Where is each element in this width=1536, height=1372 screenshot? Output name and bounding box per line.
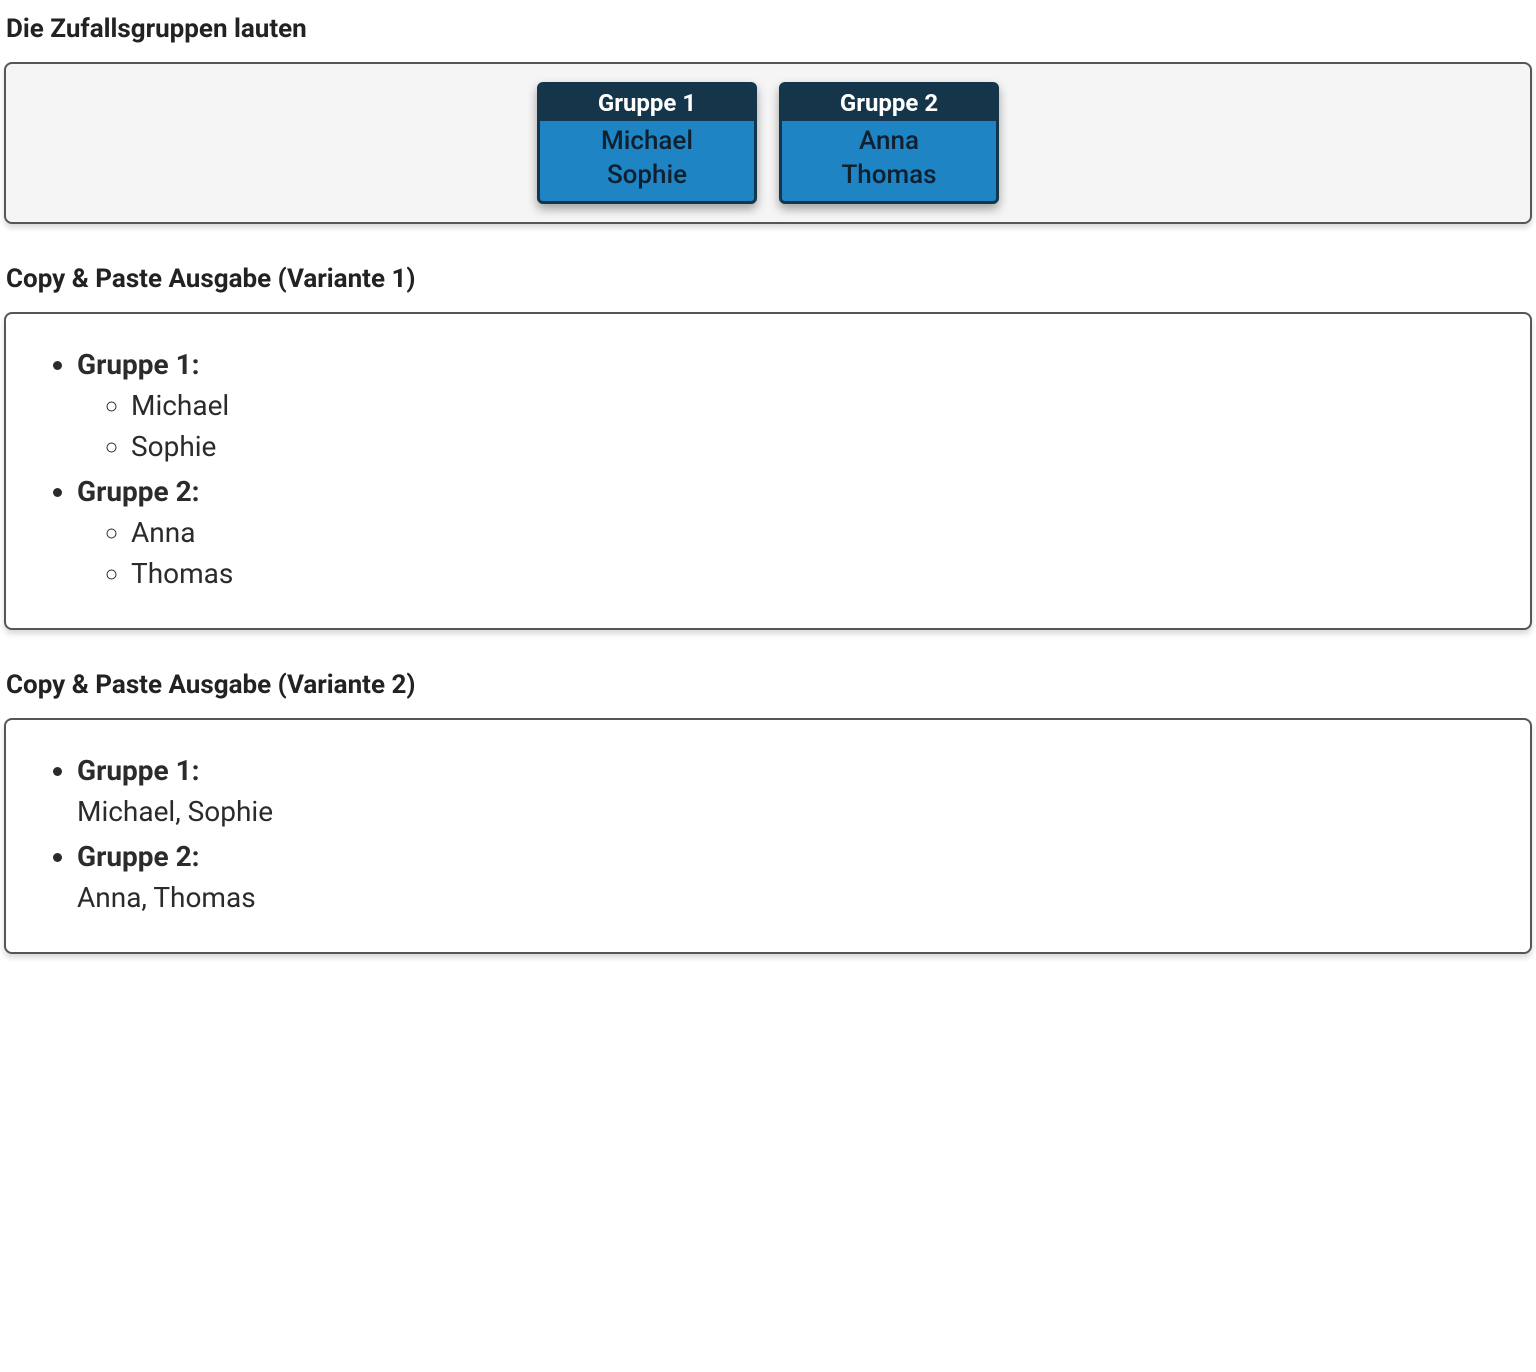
variant1-members-list: Michael Sophie	[77, 389, 1514, 463]
variant1-member-item: Sophie	[131, 430, 1514, 463]
variant1-list: Gruppe 1: Michael Sophie Gruppe 2: Anna Thoma…	[22, 348, 1514, 590]
variant1-members-list: Anna Thomas	[77, 516, 1514, 590]
variant2-members-inline: Anna, Thomas	[77, 881, 1514, 914]
variant1-panel: Gruppe 1: Michael Sophie Gruppe 2: Anna Thoma…	[4, 312, 1532, 630]
heading-variant1: Copy & Paste Ausgabe (Variante 1)	[6, 264, 1532, 294]
group-label: Gruppe 2:	[77, 475, 200, 508]
group-card: Gruppe 2AnnaThomas	[779, 82, 999, 204]
group-card-member: Anna	[790, 125, 988, 159]
variant2-list: Gruppe 1: Michael, Sophie Gruppe 2: Anna, T…	[22, 754, 1514, 914]
groups-result-panel: Gruppe 1MichaelSophieGruppe 2AnnaThomas	[4, 62, 1532, 224]
group-label: Gruppe 1:	[77, 348, 200, 381]
variant1-member-item: Michael	[131, 389, 1514, 422]
group-card-member: Sophie	[548, 159, 746, 193]
variant1-group-item: Gruppe 2: Anna Thomas	[77, 475, 1514, 590]
group-card-body: MichaelSophie	[540, 121, 754, 201]
variant1-member-item: Anna	[131, 516, 1514, 549]
variant2-group-item: Gruppe 2: Anna, Thomas	[77, 840, 1514, 914]
group-label: Gruppe 2:	[77, 840, 200, 873]
group-cards-row: Gruppe 1MichaelSophieGruppe 2AnnaThomas	[22, 76, 1514, 210]
group-card-title: Gruppe 2	[782, 85, 996, 121]
heading-variant2: Copy & Paste Ausgabe (Variante 2)	[6, 670, 1532, 700]
group-card-body: AnnaThomas	[782, 121, 996, 201]
variant1-group-item: Gruppe 1: Michael Sophie	[77, 348, 1514, 463]
variant1-member-item: Thomas	[131, 557, 1514, 590]
group-label: Gruppe 1:	[77, 754, 200, 787]
group-card-title: Gruppe 1	[540, 85, 754, 121]
group-card-member: Thomas	[790, 159, 988, 193]
variant2-group-item: Gruppe 1: Michael, Sophie	[77, 754, 1514, 828]
group-card: Gruppe 1MichaelSophie	[537, 82, 757, 204]
variant2-panel: Gruppe 1: Michael, Sophie Gruppe 2: Anna, T…	[4, 718, 1532, 954]
variant2-members-inline: Michael, Sophie	[77, 795, 1514, 828]
heading-groups-result: Die Zufallsgruppen lauten	[6, 14, 1532, 44]
group-card-member: Michael	[548, 125, 746, 159]
